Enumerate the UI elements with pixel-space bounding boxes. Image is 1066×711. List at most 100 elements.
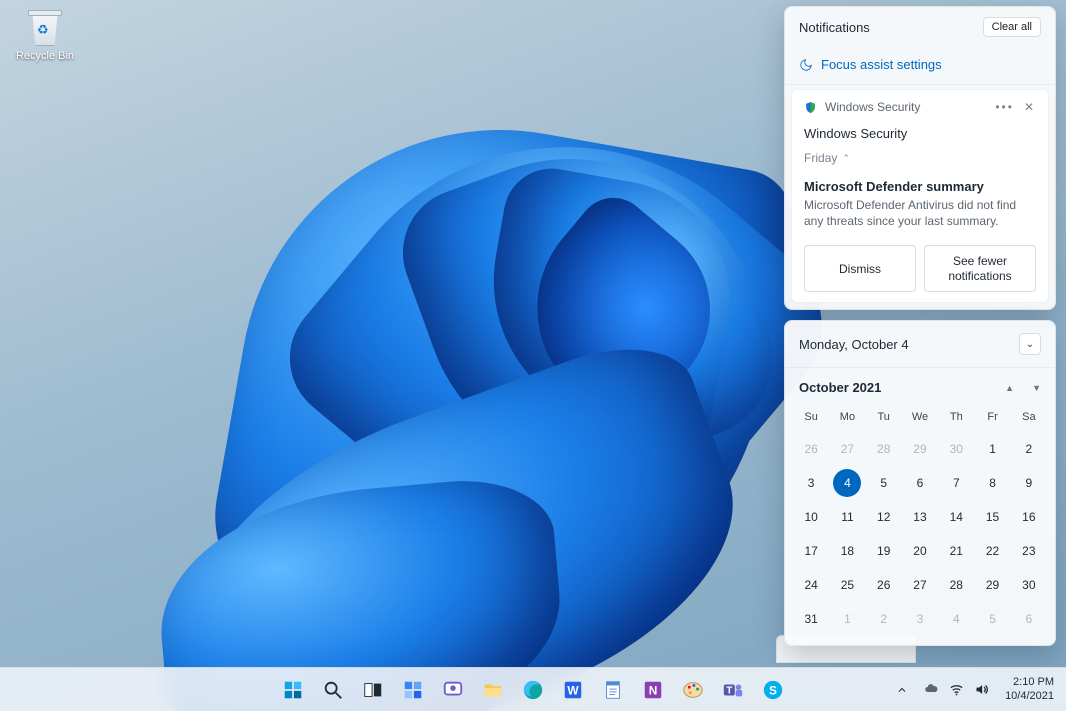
calendar-day[interactable]: 6: [1015, 605, 1043, 633]
taskbar-pinned-apps: WNTS: [275, 672, 791, 708]
onedrive-icon: [924, 682, 939, 697]
widgets-icon: [402, 679, 424, 701]
volume-icon: [974, 682, 989, 697]
calendar-day[interactable]: 23: [1015, 537, 1043, 565]
calendar-day[interactable]: 6: [906, 469, 934, 497]
calendar-prev-button[interactable]: ▲: [1005, 383, 1014, 393]
taskbar-teams-button[interactable]: T: [715, 672, 751, 708]
calendar-day[interactable]: 25: [833, 571, 861, 599]
notification-more-button[interactable]: •••: [995, 100, 1014, 114]
focus-assist-link[interactable]: Focus assist settings: [785, 47, 1055, 85]
taskbar-onenote-button[interactable]: N: [635, 672, 671, 708]
chevron-down-icon: ⌄: [1026, 339, 1034, 350]
calendar-day[interactable]: 15: [979, 503, 1007, 531]
calendar-day[interactable]: 4: [942, 605, 970, 633]
clock-date: 10/4/2021: [1005, 690, 1054, 703]
notification-day-toggle[interactable]: Friday ⌃: [804, 151, 1036, 165]
calendar-day[interactable]: 27: [833, 435, 861, 463]
taskbar: W N T S 2:10 PM 10/4/2021: [0, 667, 1066, 711]
calendar-day[interactable]: 5: [870, 469, 898, 497]
notification-close-button[interactable]: ✕: [1022, 100, 1036, 114]
calendar-day[interactable]: 2: [870, 605, 898, 633]
tray-overflow-button[interactable]: [890, 672, 914, 708]
word-icon: W: [562, 679, 584, 701]
taskbar-word-button[interactable]: W: [555, 672, 591, 708]
recycle-bin[interactable]: ♻ Recycle Bin: [10, 6, 80, 62]
taskbar-search-button[interactable]: [315, 672, 351, 708]
calendar-day[interactable]: 30: [942, 435, 970, 463]
calendar-dow: Mo: [829, 405, 865, 431]
calendar-day[interactable]: 20: [906, 537, 934, 565]
calendar-day[interactable]: 5: [979, 605, 1007, 633]
calendar-dow: Su: [793, 405, 829, 431]
notification-body: Microsoft Defender Antivirus did not fin…: [804, 197, 1036, 229]
calendar-day[interactable]: 9: [1015, 469, 1043, 497]
taskbar-file-explorer-button[interactable]: [475, 672, 511, 708]
recycle-bin-label: Recycle Bin: [10, 50, 80, 62]
see-fewer-button[interactable]: See fewer notifications: [924, 245, 1036, 292]
svg-text:S: S: [769, 683, 777, 697]
moon-icon: [799, 58, 813, 72]
calendar-day[interactable]: 28: [942, 571, 970, 599]
calendar-dow: We: [902, 405, 938, 431]
calendar-next-button[interactable]: ▼: [1032, 383, 1041, 393]
calendar-dow: Sa: [1011, 405, 1047, 431]
calendar-day[interactable]: 12: [870, 503, 898, 531]
calendar-day[interactable]: 3: [906, 605, 934, 633]
taskbar-edge-button[interactable]: [515, 672, 551, 708]
taskbar-widgets-button[interactable]: [395, 672, 431, 708]
calendar-day[interactable]: 24: [797, 571, 825, 599]
teams-icon: T: [722, 679, 744, 701]
calendar-day[interactable]: 1: [833, 605, 861, 633]
calendar-dow: Th: [938, 405, 974, 431]
calendar-day[interactable]: 2: [1015, 435, 1043, 463]
calendar-day[interactable]: 3: [797, 469, 825, 497]
notifications-title: Notifications: [799, 20, 870, 35]
calendar-day[interactable]: 31: [797, 605, 825, 633]
svg-text:T: T: [726, 685, 733, 696]
calendar-day[interactable]: 29: [906, 435, 934, 463]
calendar-day[interactable]: 1: [979, 435, 1007, 463]
calendar-day[interactable]: 28: [870, 435, 898, 463]
taskbar-notepad-button[interactable]: [595, 672, 631, 708]
calendar-day[interactable]: 30: [1015, 571, 1043, 599]
calendar-day[interactable]: 27: [906, 571, 934, 599]
taskbar-chat-button[interactable]: [435, 672, 471, 708]
calendar-day[interactable]: 11: [833, 503, 861, 531]
taskbar-start-button[interactable]: [275, 672, 311, 708]
calendar-day[interactable]: 14: [942, 503, 970, 531]
calendar-day[interactable]: 4: [833, 469, 861, 497]
taskbar-task-view-button[interactable]: [355, 672, 391, 708]
calendar-day[interactable]: 16: [1015, 503, 1043, 531]
calendar-day[interactable]: 21: [942, 537, 970, 565]
calendar-day[interactable]: 26: [870, 571, 898, 599]
calendar-day[interactable]: 18: [833, 537, 861, 565]
task-view-icon: [362, 679, 384, 701]
calendar-day[interactable]: 26: [797, 435, 825, 463]
skype-icon: S: [762, 679, 784, 701]
calendar-day[interactable]: 22: [979, 537, 1007, 565]
calendar-day[interactable]: 29: [979, 571, 1007, 599]
calendar-collapse-button[interactable]: ⌄: [1019, 333, 1041, 355]
clear-all-button[interactable]: Clear all: [983, 17, 1041, 37]
taskbar-skype-button[interactable]: S: [755, 672, 791, 708]
calendar-day[interactable]: 10: [797, 503, 825, 531]
calendar-month-label[interactable]: October 2021: [799, 380, 881, 395]
calendar-day[interactable]: 19: [870, 537, 898, 565]
svg-text:N: N: [649, 683, 658, 697]
system-tray[interactable]: [918, 672, 995, 708]
calendar-day[interactable]: 17: [797, 537, 825, 565]
taskbar-clock[interactable]: 2:10 PM 10/4/2021: [999, 676, 1060, 702]
taskbar-paint-button[interactable]: [675, 672, 711, 708]
notification-source: Windows Security: [825, 100, 920, 114]
onenote-icon: N: [642, 679, 664, 701]
calendar-dow: Tu: [866, 405, 902, 431]
calendar-day[interactable]: 13: [906, 503, 934, 531]
calendar-day[interactable]: 7: [942, 469, 970, 497]
calendar-day[interactable]: 8: [979, 469, 1007, 497]
wifi-icon: [949, 682, 964, 697]
notification-card: Windows Security ••• ✕ Windows Security …: [791, 89, 1049, 303]
dismiss-button[interactable]: Dismiss: [804, 245, 916, 292]
chevron-up-icon: [896, 684, 908, 696]
file-explorer-icon: [482, 679, 504, 701]
